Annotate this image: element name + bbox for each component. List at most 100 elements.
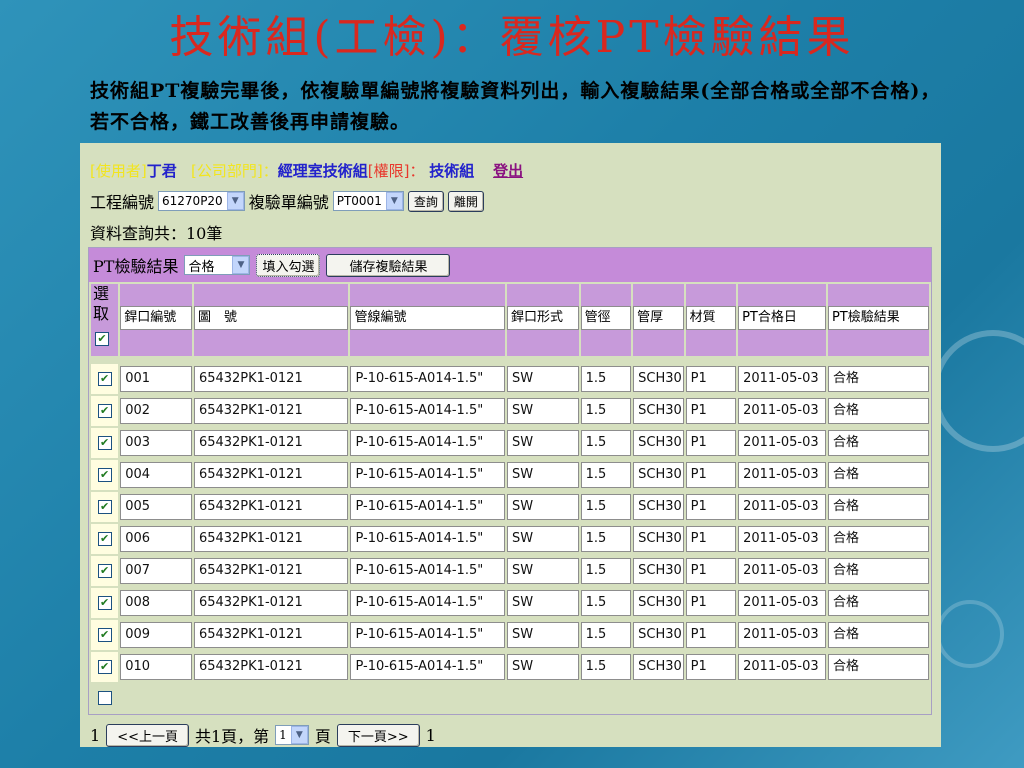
prev-page-button[interactable]: <<上一頁: [106, 723, 189, 747]
chevron-down-icon: ▼: [226, 192, 244, 210]
field-pt-result[interactable]: 合格: [827, 494, 929, 520]
row-select-checkbox[interactable]: ✔: [97, 372, 112, 386]
query-button[interactable]: 查詢: [407, 190, 444, 212]
cell-line-no: P-10-615-A014-1.5": [350, 524, 505, 554]
cell-drawing: 65432PK1-0121: [193, 620, 349, 650]
field-pt-result[interactable]: 合格: [827, 558, 929, 584]
page-select[interactable]: 1 ▼: [275, 725, 309, 745]
cell-pt-date: 2011-05-03: [738, 588, 826, 618]
row-select-checkbox[interactable]: ✔: [97, 596, 112, 610]
check-icon: ✔: [100, 532, 110, 545]
save-results-button[interactable]: 儲存複驗結果: [326, 253, 451, 277]
cell-weld-type: SW: [506, 588, 579, 618]
header-pt-result: PT檢驗結果: [827, 284, 929, 356]
table-row: ✔ 001 65432PK1-0121 P-10-615-A014-1.5" SW 1.5…: [91, 364, 929, 394]
field-diameter: 1.5: [580, 558, 632, 584]
cell-pt-result: 合格: [827, 460, 929, 490]
field-pt-result[interactable]: 合格: [827, 430, 929, 456]
field-material: P1: [685, 462, 737, 488]
header-drawing: 圖 號: [193, 284, 349, 356]
field-pt-result[interactable]: 合格: [827, 654, 929, 680]
header-thickness: 管厚: [633, 284, 684, 356]
cell-thickness: SCH30: [633, 492, 684, 522]
cell-pt-date: 2011-05-03: [738, 524, 826, 554]
header-pt-date-label: PT合格日: [738, 306, 826, 330]
cell-diameter: 1.5: [580, 652, 632, 682]
table-row: ✔ 003 65432PK1-0121 P-10-615-A014-1.5" SW 1.5…: [91, 428, 929, 458]
field-line-no: P-10-615-A014-1.5": [350, 398, 505, 424]
dept-name: 經理室技術組: [277, 162, 368, 180]
cell-weld-no: 008: [120, 588, 192, 618]
cell-thickness: SCH30: [633, 460, 684, 490]
field-pt-result[interactable]: 合格: [827, 622, 929, 648]
field-pt-result[interactable]: 合格: [827, 462, 929, 488]
field-weld-type: SW: [506, 494, 579, 520]
field-diameter: 1.5: [580, 430, 632, 456]
cell-pt-date: 2011-05-03: [738, 428, 826, 458]
field-pt-result[interactable]: 合格: [827, 590, 929, 616]
cell-thickness: SCH30: [633, 524, 684, 554]
row-select-checkbox[interactable]: ✔: [97, 660, 112, 674]
next-page-button[interactable]: 下一頁>>: [336, 723, 420, 747]
cell-line-no: P-10-615-A014-1.5": [350, 364, 505, 394]
cell-material: P1: [685, 588, 737, 618]
pager-start: 1: [90, 725, 101, 745]
field-diameter: 1.5: [580, 398, 632, 424]
header-thickness-label: 管厚: [633, 306, 684, 330]
row-select-checkbox[interactable]: ✔: [97, 404, 112, 418]
cell-weld-no: 010: [120, 652, 192, 682]
cell-pt-date: 2011-05-03: [738, 364, 826, 394]
field-weld-no: 001: [120, 366, 192, 392]
cell-thickness: SCH30: [633, 364, 684, 394]
row-select-checkbox[interactable]: ✔: [97, 468, 112, 482]
result-select[interactable]: 合格 ▼: [184, 255, 251, 275]
cell-line-no: P-10-615-A014-1.5": [350, 652, 505, 682]
header-diameter: 管徑: [580, 284, 632, 356]
project-select[interactable]: 61270P20 ▼: [158, 191, 245, 211]
cell-line-no: P-10-615-A014-1.5": [350, 428, 505, 458]
cell-drawing: 65432PK1-0121: [193, 524, 349, 554]
row-select-cell: ✔: [91, 492, 119, 522]
table-row: ✔ 010 65432PK1-0121 P-10-615-A014-1.5" SW 1.5…: [91, 652, 929, 682]
row-select-checkbox[interactable]: [97, 691, 112, 705]
header-weld-type: 銲口形式: [506, 284, 579, 356]
cell-pt-date: 2011-05-03: [738, 492, 826, 522]
check-icon: ✔: [100, 564, 110, 577]
field-weld-type: SW: [506, 558, 579, 584]
field-pt-result[interactable]: 合格: [827, 398, 929, 424]
field-thickness: SCH30: [633, 462, 684, 488]
result-select-value: 合格: [188, 259, 215, 275]
check-icon: ✔: [100, 500, 110, 513]
field-thickness: SCH30: [633, 558, 684, 584]
cell-weld-type: SW: [506, 620, 579, 650]
table-row: ✔ 009 65432PK1-0121 P-10-615-A014-1.5" SW 1.5…: [91, 620, 929, 650]
user-name: 丁君: [146, 162, 177, 180]
cell-thickness: SCH30: [633, 556, 684, 586]
fill-checked-button[interactable]: 填入勾選: [256, 253, 321, 277]
row-select-checkbox[interactable]: ✔: [97, 500, 112, 514]
cell-line-no: P-10-615-A014-1.5": [350, 492, 505, 522]
field-drawing: 65432PK1-0121: [193, 590, 349, 616]
row-select-checkbox[interactable]: ✔: [97, 628, 112, 642]
field-material: P1: [685, 366, 737, 392]
field-drawing: 65432PK1-0121: [193, 430, 349, 456]
field-pt-date: 2011-05-03: [738, 430, 826, 456]
header-select: 選取 ✔: [91, 284, 119, 356]
row-select-checkbox[interactable]: ✔: [97, 532, 112, 546]
cell-drawing: 65432PK1-0121: [193, 556, 349, 586]
field-material: P1: [685, 590, 737, 616]
project-select-value: 61270P20: [162, 194, 223, 208]
row-select-checkbox[interactable]: ✔: [97, 564, 112, 578]
field-drawing: 65432PK1-0121: [193, 462, 349, 488]
field-pt-result[interactable]: 合格: [827, 526, 929, 552]
row-select-checkbox[interactable]: ✔: [97, 436, 112, 450]
cell-weld-type: SW: [506, 652, 579, 682]
cell-line-no: P-10-615-A014-1.5": [350, 620, 505, 650]
recheck-select[interactable]: PT0001 ▼: [332, 191, 404, 211]
select-all-checkbox[interactable]: ✔: [95, 331, 109, 346]
cell-pt-result: 合格: [827, 620, 929, 650]
table-row: ✔ 007 65432PK1-0121 P-10-615-A014-1.5" SW 1.5…: [91, 556, 929, 586]
leave-button[interactable]: 離開: [447, 190, 484, 212]
logout-link[interactable]: 登出: [493, 162, 523, 180]
field-pt-result[interactable]: 合格: [827, 366, 929, 392]
